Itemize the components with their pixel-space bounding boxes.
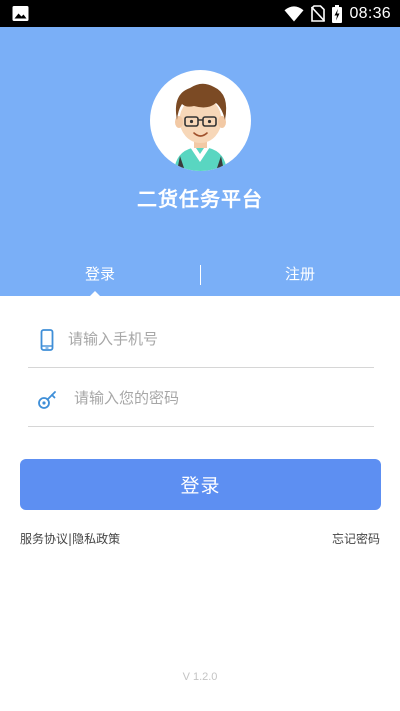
header-panel: 二货任务平台 登录 注册 <box>0 27 400 297</box>
password-field <box>28 369 374 427</box>
phone-icon <box>40 329 54 351</box>
image-icon <box>12 6 29 21</box>
app-title: 二货任务平台 <box>137 187 263 211</box>
agreement-links: 服务协议|隐私政策 <box>20 530 120 547</box>
phone-field <box>28 310 374 368</box>
battery-charging-icon <box>332 4 343 23</box>
avatar-icon <box>174 83 227 171</box>
status-time: 08:36 <box>349 4 391 22</box>
version-label: V 1.2.0 <box>182 671 218 683</box>
privacy-policy-link[interactable]: 隐私政策 <box>72 532 120 546</box>
phone-input[interactable] <box>68 324 348 354</box>
login-button[interactable]: 登录 <box>20 459 381 510</box>
password-input[interactable] <box>74 383 354 413</box>
no-sim-icon <box>311 5 326 22</box>
status-icons: 08:36 <box>284 0 391 27</box>
avatar[interactable] <box>150 70 251 171</box>
forgot-password-link[interactable]: 忘记密码 <box>332 530 380 547</box>
service-agreement-link[interactable]: 服务协议 <box>20 532 68 546</box>
key-icon <box>38 391 56 409</box>
tab-indicator <box>89 291 101 297</box>
wifi-icon <box>284 5 304 21</box>
tab-register[interactable]: 注册 <box>200 263 400 284</box>
tab-login[interactable]: 登录 <box>0 263 200 284</box>
status-bar: 08:36 <box>0 0 400 27</box>
